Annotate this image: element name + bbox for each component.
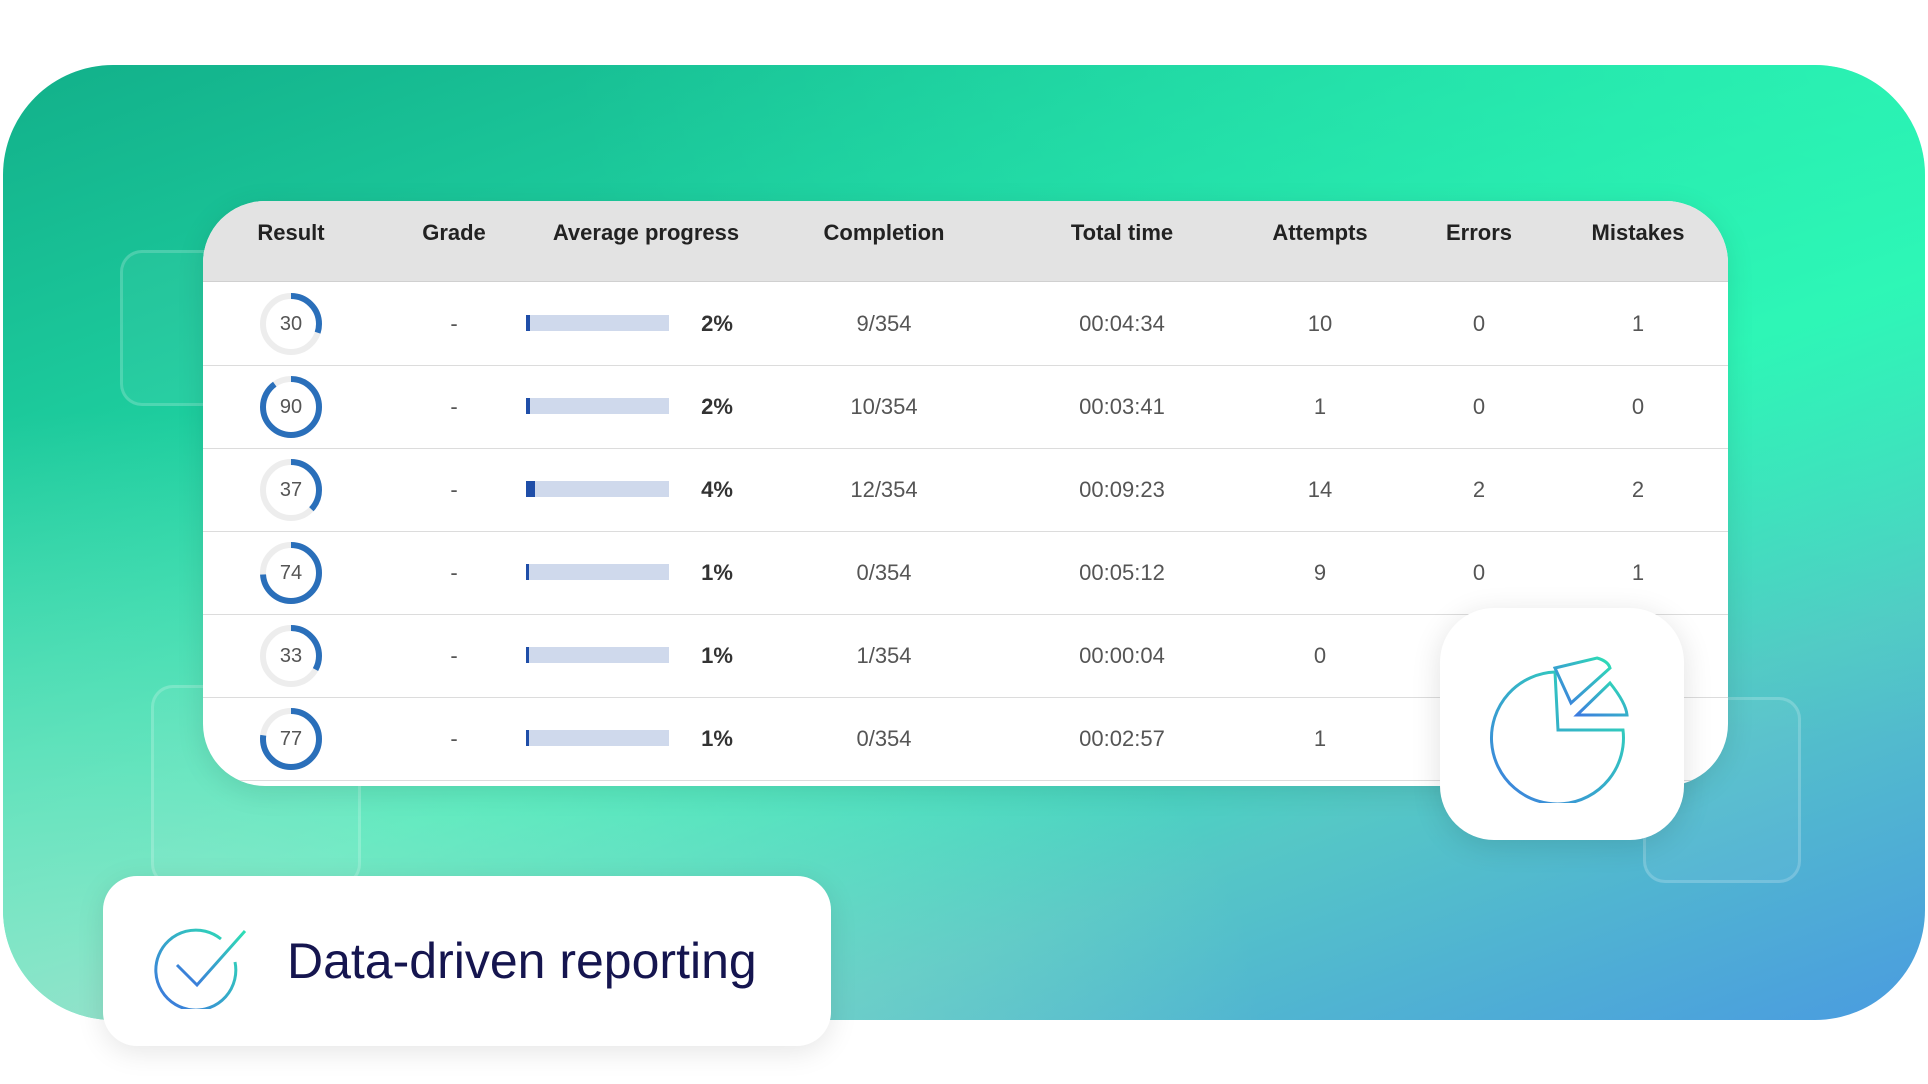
chart-badge xyxy=(1440,608,1684,840)
attempts-cell: 0 xyxy=(1313,643,1327,668)
progress-bar-fill xyxy=(526,564,529,580)
mistakes-cell: 1 xyxy=(1631,311,1645,336)
table-row[interactable]: 90 - 2% 10/354 00:03:41 1 0 0 xyxy=(203,365,1728,449)
total-time-cell: 00:02:57 xyxy=(1079,726,1165,751)
result-score-ring: 37 xyxy=(257,456,325,524)
column-header-total-time[interactable]: Total time xyxy=(1071,201,1173,281)
errors-cell: 2 xyxy=(1472,477,1486,502)
completion-cell: 9/354 xyxy=(856,311,912,336)
progress-bar-fill xyxy=(526,315,531,331)
completion-cell: 12/354 xyxy=(850,477,918,502)
progress-bar xyxy=(526,315,669,331)
result-score: 90 xyxy=(279,396,303,418)
result-score-ring: 90 xyxy=(257,373,325,441)
progress-bar-fill xyxy=(526,730,529,746)
progress-percent: 2% xyxy=(701,394,733,419)
completion-cell: 0/354 xyxy=(856,560,912,585)
completion-cell: 0/354 xyxy=(856,726,912,751)
result-score-ring: 77 xyxy=(257,705,325,773)
mistakes-cell: 1 xyxy=(1631,560,1645,585)
errors-cell: 0 xyxy=(1472,560,1486,585)
column-header-average-progress[interactable]: Average progress xyxy=(553,201,739,281)
column-header-attempts[interactable]: Attempts xyxy=(1272,201,1367,281)
progress-bar-fill xyxy=(526,481,535,497)
progress-percent: 4% xyxy=(701,477,733,502)
attempts-cell: 9 xyxy=(1313,560,1327,585)
table-row[interactable]: 74 - 1% 0/354 00:05:12 9 0 1 xyxy=(203,531,1728,615)
column-header-mistakes[interactable]: Mistakes xyxy=(1592,201,1685,281)
grade-cell: - xyxy=(450,477,458,502)
table-row[interactable]: 37 - 4% 12/354 00:09:23 14 2 2 xyxy=(203,448,1728,532)
column-header-result[interactable]: Result xyxy=(257,201,324,281)
mistakes-cell: 2 xyxy=(1631,477,1645,502)
grade-cell: - xyxy=(450,643,458,668)
column-header-grade[interactable]: Grade xyxy=(422,201,486,281)
attempts-cell: 10 xyxy=(1307,311,1333,336)
total-time-cell: 00:03:41 xyxy=(1079,394,1165,419)
column-header-errors[interactable]: Errors xyxy=(1446,201,1512,281)
result-score: 37 xyxy=(279,479,303,501)
attempts-cell: 1 xyxy=(1313,726,1327,751)
result-score-ring: 33 xyxy=(257,622,325,690)
checkmark-circle-icon xyxy=(154,928,247,1009)
progress-bar-fill xyxy=(526,398,531,414)
attempts-cell: 14 xyxy=(1307,477,1333,502)
progress-percent: 1% xyxy=(701,560,733,585)
errors-cell: 0 xyxy=(1472,394,1486,419)
completion-cell: 10/354 xyxy=(850,394,918,419)
feature-caption: Data-driven reporting xyxy=(103,876,831,1046)
progress-bar xyxy=(526,398,669,414)
table-row[interactable]: 30 - 2% 9/354 00:04:34 10 0 1 xyxy=(203,282,1728,366)
total-time-cell: 00:04:34 xyxy=(1079,311,1165,336)
total-time-cell: 00:05:12 xyxy=(1079,560,1165,585)
progress-bar xyxy=(526,481,669,497)
progress-bar-fill xyxy=(526,647,529,663)
errors-cell: 0 xyxy=(1472,311,1486,336)
grade-cell: - xyxy=(450,394,458,419)
progress-percent: 1% xyxy=(701,643,733,668)
result-score-ring: 30 xyxy=(257,290,325,358)
total-time-cell: 00:00:04 xyxy=(1079,643,1165,668)
grade-cell: - xyxy=(450,560,458,585)
table-header: Result Grade Average progress Completion… xyxy=(203,201,1728,282)
pie-chart-icon xyxy=(1489,656,1629,803)
attempts-cell: 1 xyxy=(1313,394,1327,419)
caption-text: Data-driven reporting xyxy=(287,933,757,989)
column-header-completion[interactable]: Completion xyxy=(824,201,945,281)
progress-percent: 1% xyxy=(701,726,733,751)
result-score: 74 xyxy=(279,562,303,584)
grade-cell: - xyxy=(450,726,458,751)
completion-cell: 1/354 xyxy=(856,643,912,668)
total-time-cell: 00:09:23 xyxy=(1079,477,1165,502)
result-score: 33 xyxy=(279,645,303,667)
grade-cell: - xyxy=(450,311,458,336)
progress-bar xyxy=(526,564,669,580)
progress-percent: 2% xyxy=(701,311,733,336)
progress-bar xyxy=(526,730,669,746)
result-score: 30 xyxy=(279,313,303,335)
result-score: 77 xyxy=(279,728,303,750)
progress-bar xyxy=(526,647,669,663)
mistakes-cell: 0 xyxy=(1631,394,1645,419)
result-score-ring: 74 xyxy=(257,539,325,607)
